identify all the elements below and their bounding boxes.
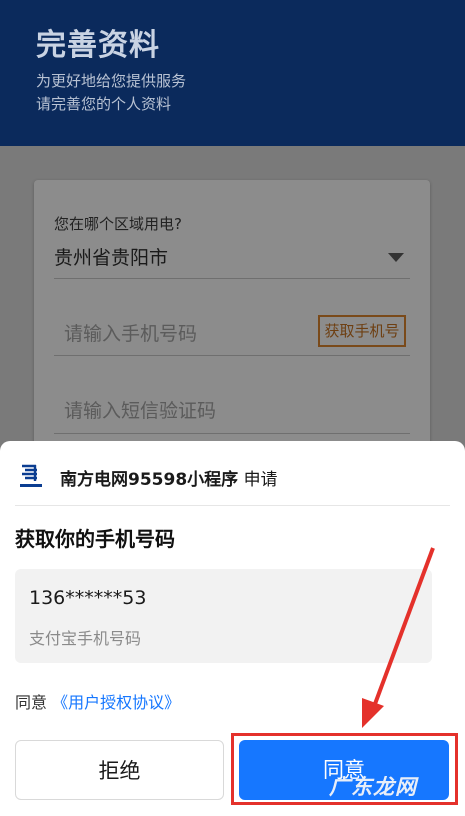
page-header: 完善资料 为更好地给您提供服务 请完善您的个人资料 bbox=[0, 0, 465, 146]
app-action-text: 申请 bbox=[243, 470, 278, 490]
china-southern-grid-logo-icon bbox=[16, 461, 46, 491]
divider bbox=[15, 505, 450, 506]
phone-input[interactable]: 请输入手机号码 bbox=[64, 319, 197, 346]
profile-form-card: 您在哪个区域用电? 贵州省贵阳市 请输入手机号码 获取手机号 请输入短信验证码 bbox=[34, 180, 430, 480]
sheet-heading: 获取你的手机号码 bbox=[15, 527, 175, 551]
phone-number: 136******53 bbox=[29, 587, 147, 609]
watermark: 广东龙网 bbox=[329, 775, 417, 799]
sms-code-input[interactable]: 请输入短信验证码 bbox=[64, 396, 216, 423]
app-name-text: 南方电网95598小程序 bbox=[60, 470, 239, 490]
page-subtitle-1: 为更好地给您提供服务 bbox=[36, 72, 187, 90]
region-question-label: 您在哪个区域用电? bbox=[54, 215, 182, 233]
reject-button[interactable]: 拒绝 bbox=[15, 740, 224, 800]
phone-authorization-sheet: 南方电网95598小程序 申请 获取你的手机号码 136******53 支付宝… bbox=[0, 441, 465, 816]
mini-program-name: 南方电网95598小程序 申请 bbox=[60, 465, 278, 490]
user-authorization-agreement-link[interactable]: 《用户授权协议》 bbox=[52, 693, 180, 712]
region-select-value[interactable]: 贵州省贵阳市 bbox=[54, 243, 168, 270]
get-phone-button[interactable]: 获取手机号 bbox=[318, 315, 406, 347]
page-title: 完善资料 bbox=[36, 28, 160, 63]
phone-number-option[interactable]: 136******53 支付宝手机号码 bbox=[15, 569, 432, 663]
divider bbox=[54, 433, 410, 434]
agreement-prefix: 同意 bbox=[15, 693, 48, 712]
page-subtitle-2: 请完善您的个人资料 bbox=[36, 95, 172, 113]
divider bbox=[54, 278, 410, 279]
caret-down-icon[interactable] bbox=[388, 253, 404, 262]
phone-number-source: 支付宝手机号码 bbox=[29, 629, 142, 648]
agreement-line: 同意 《用户授权协议》 bbox=[15, 689, 180, 713]
divider bbox=[54, 355, 410, 356]
